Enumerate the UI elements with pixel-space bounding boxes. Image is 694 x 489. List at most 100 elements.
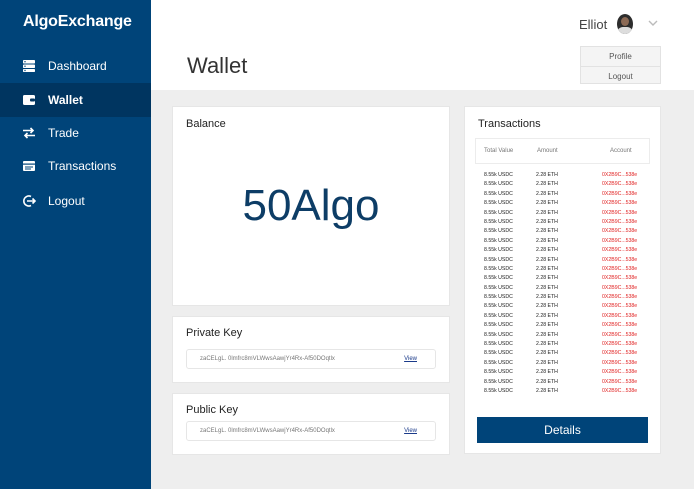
amount-cell: 2.28 ETH	[536, 331, 558, 338]
total-value-cell: 8.55k USDC	[484, 284, 513, 291]
amount-cell: 2.28 ETH	[536, 237, 558, 244]
total-value-cell: 8.55k USDC	[484, 256, 513, 263]
table-row[interactable]: 8.55k USDC 2.28 ETH 0X2B9C...538e	[482, 218, 642, 227]
amount-cell: 2.28 ETH	[536, 350, 558, 357]
total-value-cell: 8.55k USDC	[484, 322, 513, 329]
account-cell: 0X2B9C...538e	[602, 275, 638, 282]
table-row[interactable]: 8.55k USDC 2.28 ETH 0X2B9C...538e	[482, 237, 642, 246]
total-value-cell: 8.55k USDC	[484, 294, 513, 301]
dropdown-item-logout[interactable]: Logout	[581, 66, 660, 85]
transactions-table-header: Total Value Amount Account	[475, 138, 650, 164]
table-row[interactable]: 8.55k USDC 2.28 ETH 0X2B9C...538e	[482, 227, 642, 236]
total-value-cell: 8.55k USDC	[484, 218, 513, 225]
total-value-cell: 8.55k USDC	[484, 172, 513, 178]
sidebar-item-label: Dashboard	[48, 59, 107, 73]
avatar[interactable]	[617, 14, 633, 34]
account-cell: 0X2B9C...538e	[602, 181, 638, 188]
table-row[interactable]: 8.55k USDC 2.28 ETH 0X2B9C...538e	[482, 368, 642, 377]
table-row[interactable]: 8.55k USDC 2.28 ETH 0X2B9C...538e	[482, 331, 642, 340]
total-value-cell: 8.55k USDC	[484, 247, 513, 254]
balance-value: 50Algo	[242, 181, 380, 230]
sidebar-item-label: Logout	[48, 194, 85, 208]
account-cell: 0X2B9C...538e	[602, 190, 638, 197]
dropdown-item-profile[interactable]: Profile	[581, 47, 660, 66]
sidebar-item-transactions[interactable]: Transactions	[0, 149, 151, 183]
total-value-cell: 8.55k USDC	[484, 350, 513, 357]
sidebar-item-dashboard[interactable]: Dashboard	[0, 49, 151, 83]
total-value-cell: 8.55k USDC	[484, 228, 513, 235]
table-row[interactable]: 8.55k USDC 2.28 ETH 0X2B9C...538e	[482, 246, 642, 255]
chevron-down-icon[interactable]	[647, 19, 659, 27]
account-cell: 0X2B9C...538e	[602, 209, 638, 216]
sidebar-item-wallet[interactable]: Wallet	[0, 83, 151, 117]
account-cell: 0X2B9C...538e	[602, 369, 638, 376]
amount-cell: 2.28 ETH	[536, 369, 558, 376]
amount-cell: 2.28 ETH	[536, 312, 558, 319]
table-row[interactable]: 8.55k USDC 2.28 ETH 0X2B9C...538e	[482, 340, 642, 349]
swap-icon	[22, 126, 36, 140]
page-title: Wallet	[187, 53, 248, 78]
table-row[interactable]: 8.55k USDC 2.28 ETH 0X2B9C...538e	[482, 293, 642, 302]
amount-cell: 2.28 ETH	[536, 218, 558, 225]
table-row[interactable]: 8.55k USDC 2.28 ETH 0X2B9C...538e	[482, 284, 642, 293]
sidebar-item-logout[interactable]: Logout	[0, 184, 151, 218]
transactions-title: Transactions	[478, 118, 541, 130]
balance-card: Balance 50Algo	[172, 106, 450, 306]
total-value-cell: 8.55k USDC	[484, 341, 513, 348]
public-key-view-link[interactable]: View	[404, 428, 417, 434]
table-row[interactable]: 8.55k USDC 2.28 ETH 0X2B9C...538e	[482, 274, 642, 283]
total-value-cell: 8.55k USDC	[484, 369, 513, 376]
column-header-amount: Amount	[537, 148, 558, 154]
private-key-field: zaCELgL. 0lmfrc8mVLWwsAawjYr4Rx-Af50DOqt…	[186, 349, 436, 369]
amount-cell: 2.28 ETH	[536, 228, 558, 235]
account-cell: 0X2B9C...538e	[602, 350, 638, 357]
sidebar-item-label: Trade	[48, 126, 79, 140]
amount-cell: 2.28 ETH	[536, 181, 558, 188]
table-row[interactable]: 8.55k USDC 2.28 ETH 0X2B9C...538e	[482, 321, 642, 330]
table-row[interactable]: 8.55k USDC 2.28 ETH 0X2B9C...538e	[482, 312, 642, 321]
table-row[interactable]: 8.55k USDC 2.28 ETH 0X2B9C...538e	[482, 256, 642, 265]
table-row[interactable]: 8.55k USDC 2.28 ETH 0X2B9C...538e	[482, 171, 642, 180]
app-logo: AlgoExchange	[23, 13, 132, 30]
amount-cell: 2.28 ETH	[536, 247, 558, 254]
wallet-icon	[22, 93, 36, 107]
sidebar-item-trade[interactable]: Trade	[0, 116, 151, 150]
table-row[interactable]: 8.55k USDC 2.28 ETH 0X2B9C...538e	[482, 378, 642, 387]
table-row[interactable]: 8.55k USDC 2.28 ETH 0X2B9C...538e	[482, 349, 642, 358]
details-button[interactable]: Details	[477, 417, 648, 443]
total-value-cell: 8.55k USDC	[484, 312, 513, 319]
list-icon	[22, 159, 36, 173]
table-row[interactable]: 8.55k USDC 2.28 ETH 0X2B9C...538e	[482, 359, 642, 368]
table-row[interactable]: 8.55k USDC 2.28 ETH 0X2B9C...538e	[482, 302, 642, 311]
table-row[interactable]: 8.55k USDC 2.28 ETH 0X2B9C...538e	[482, 387, 642, 396]
private-key-card: Private Key zaCELgL. 0lmfrc8mVLWwsAawjYr…	[172, 316, 450, 383]
account-cell: 0X2B9C...538e	[602, 378, 638, 385]
table-row[interactable]: 8.55k USDC 2.28 ETH 0X2B9C...538e	[482, 265, 642, 274]
account-cell: 0X2B9C...538e	[602, 359, 638, 366]
amount-cell: 2.28 ETH	[536, 303, 558, 310]
public-key-value: zaCELgL. 0lmfrc8mVLWwsAawjYr4Rx-Af50DOqt…	[200, 428, 335, 434]
table-row[interactable]: 8.55k USDC 2.28 ETH 0X2B9C...538e	[482, 209, 642, 218]
total-value-cell: 8.55k USDC	[484, 200, 513, 207]
column-header-account: Account	[610, 148, 632, 154]
account-cell: 0X2B9C...538e	[602, 303, 638, 310]
total-value-cell: 8.55k USDC	[484, 237, 513, 244]
table-row[interactable]: 8.55k USDC 2.28 ETH 0X2B9C...538e	[482, 180, 642, 189]
amount-cell: 2.28 ETH	[536, 275, 558, 282]
user-name[interactable]: Elliot	[579, 17, 607, 32]
amount-cell: 2.28 ETH	[536, 294, 558, 301]
amount-cell: 2.28 ETH	[536, 172, 558, 178]
private-key-view-link[interactable]: View	[404, 356, 417, 362]
amount-cell: 2.28 ETH	[536, 322, 558, 329]
account-cell: 0X2B9C...538e	[602, 322, 638, 329]
amount-cell: 2.28 ETH	[536, 284, 558, 291]
table-row[interactable]: 8.55k USDC 2.28 ETH 0X2B9C...538e	[482, 190, 642, 199]
account-cell: 0X2B9C...538e	[602, 237, 638, 244]
table-row[interactable]: 8.55k USDC 2.28 ETH 0X2B9C...538e	[482, 199, 642, 208]
account-cell: 0X2B9C...538e	[602, 218, 638, 225]
sidebar-item-label: Transactions	[48, 159, 117, 173]
account-cell: 0X2B9C...538e	[602, 247, 638, 254]
amount-cell: 2.28 ETH	[536, 256, 558, 263]
server-icon	[22, 59, 36, 73]
sidebar-item-label: Wallet	[48, 93, 83, 107]
